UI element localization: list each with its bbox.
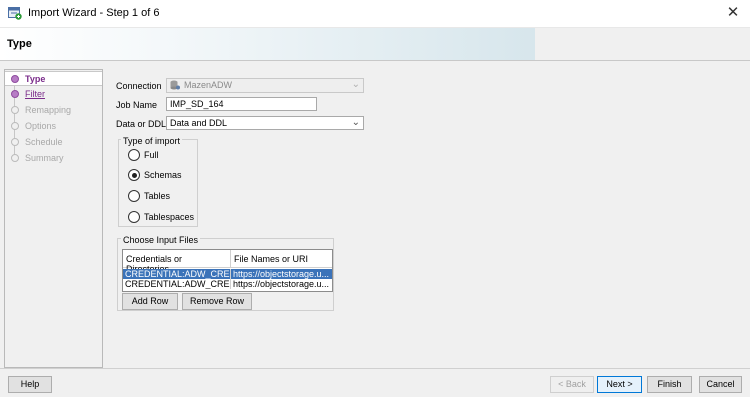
- job-name-input[interactable]: IMP_SD_164: [166, 97, 317, 111]
- step-label: Filter: [25, 89, 45, 99]
- title-bar: Import Wizard - Step 1 of 6 ✕: [0, 0, 750, 28]
- step-label: Remapping: [25, 105, 72, 115]
- step-link-icon: [11, 90, 19, 98]
- data-or-ddl-select[interactable]: Data and DDL ⌄: [166, 116, 364, 130]
- import-wizard-app-icon: [8, 7, 22, 20]
- table-row[interactable]: CREDENTIAL:ADW_CRED... https://objectsto…: [123, 279, 332, 289]
- connection-label: Connection: [116, 81, 162, 91]
- table-cell[interactable]: CREDENTIAL:ADW_CRED...: [123, 279, 231, 289]
- cancel-button[interactable]: Cancel: [699, 376, 742, 393]
- step-disabled-icon: [11, 122, 19, 130]
- remove-row-button[interactable]: Remove Row: [182, 293, 252, 310]
- window-title: Import Wizard - Step 1 of 6: [28, 7, 160, 19]
- column-header-file-names[interactable]: File Names or URI: [231, 250, 332, 268]
- add-row-button[interactable]: Add Row: [122, 293, 178, 310]
- step-remapping: Remapping: [5, 103, 102, 118]
- step-disabled-icon: [11, 154, 19, 162]
- radio-label: Tables: [144, 191, 171, 201]
- step-filter[interactable]: Filter: [5, 87, 102, 102]
- column-header-credentials[interactable]: Credentials or Directories: [123, 250, 231, 274]
- import-type-group: Type of import Full Schemas Tables Table…: [118, 136, 198, 227]
- radio-button-icon: [128, 190, 140, 202]
- import-type-title: Type of import: [121, 136, 183, 146]
- table-cell[interactable]: CREDENTIAL:ADW_CRED...: [123, 269, 231, 279]
- radio-button-icon: [128, 149, 140, 161]
- next-button[interactable]: Next >: [597, 376, 642, 393]
- close-icon: ✕: [726, 4, 740, 21]
- table-cell[interactable]: https://objectstorage.u...: [231, 279, 332, 289]
- back-button[interactable]: < Back: [550, 376, 594, 393]
- input-files-title: Choose Input Files: [121, 235, 201, 245]
- step-schedule: Schedule: [5, 135, 102, 150]
- job-name-value: IMP_SD_164: [170, 99, 224, 109]
- step-label: Options: [25, 121, 57, 131]
- header-banner: [0, 28, 535, 60]
- radio-button-icon: [128, 211, 140, 223]
- step-label: Type: [25, 74, 46, 84]
- step-label: Schedule: [25, 137, 63, 147]
- job-name-label: Job Name: [116, 100, 158, 110]
- radio-label: Schemas: [144, 170, 182, 180]
- close-button[interactable]: ✕: [716, 0, 750, 28]
- chevron-down-icon: ⌄: [351, 117, 360, 128]
- radio-label: Full: [144, 150, 159, 160]
- wizard-steps-panel: Type Filter Remapping Options Schedule S…: [4, 69, 103, 368]
- radio-button-selected-icon: [128, 169, 140, 181]
- finish-button[interactable]: Finish: [647, 376, 692, 393]
- header-divider: [0, 60, 750, 61]
- data-or-ddl-label: Data or DDL: [116, 119, 167, 129]
- connection-value: MazenADW: [184, 80, 233, 90]
- step-active-icon: [11, 75, 19, 83]
- page-title: Type: [7, 38, 32, 50]
- table-cell[interactable]: https://objectstorage.u...: [231, 269, 332, 279]
- database-icon: [170, 80, 180, 90]
- chevron-down-icon: ⌄: [351, 79, 360, 90]
- step-disabled-icon: [11, 106, 19, 114]
- radio-label: Tablespaces: [144, 212, 195, 222]
- step-summary: Summary: [5, 151, 102, 166]
- step-disabled-icon: [11, 138, 19, 146]
- help-button[interactable]: Help: [8, 376, 52, 393]
- input-files-table: Credentials or Directories File Names or…: [122, 249, 333, 292]
- table-row[interactable]: CREDENTIAL:ADW_CRED... https://objectsto…: [123, 269, 332, 279]
- step-label: Summary: [25, 153, 64, 163]
- step-options: Options: [5, 119, 102, 134]
- footer-divider: [0, 368, 750, 369]
- data-or-ddl-value: Data and DDL: [170, 118, 228, 128]
- input-files-group: Choose Input Files Credentials or Direct…: [117, 235, 334, 311]
- connection-select: MazenADW ⌄: [166, 78, 364, 93]
- step-type[interactable]: Type: [5, 71, 102, 86]
- header-banner-right: [535, 28, 750, 60]
